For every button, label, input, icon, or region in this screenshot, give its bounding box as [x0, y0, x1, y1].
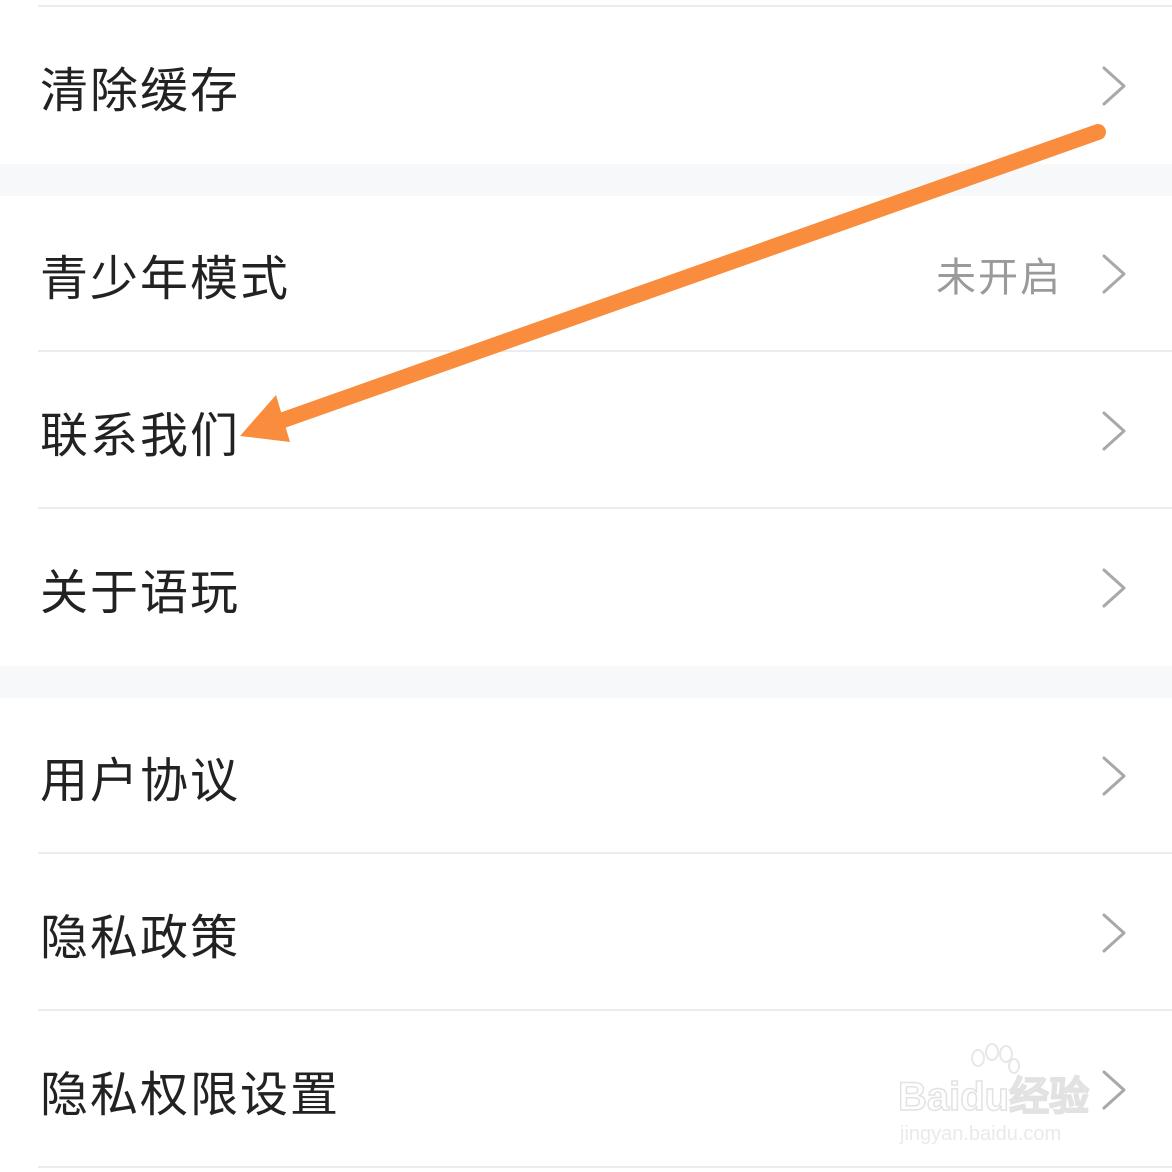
row-label: 隐私政策 [40, 909, 241, 966]
row-about[interactable]: 关于语玩 [0, 509, 1172, 666]
top-divider [38, 5, 1172, 7]
row-label: 联系我们 [40, 407, 241, 464]
chevron-right-icon [1102, 913, 1126, 952]
chevron-right-icon [1102, 756, 1126, 796]
row-divider [38, 1166, 1172, 1168]
chevron-right-icon [1102, 568, 1126, 607]
row-teen-mode[interactable]: 青少年模式 未开启 [0, 196, 1172, 352]
settings-screen: 清除缓存 青少年模式 未开启 联系我们 关于语玩 用户协议 隐私政策 隐私权限设… [0, 0, 1172, 1172]
chevron-right-icon [1102, 1070, 1126, 1109]
row-privacy-permissions[interactable]: 隐私权限设置 [0, 1011, 1172, 1168]
row-label: 用户协议 [40, 753, 241, 809]
row-label: 关于语玩 [40, 564, 241, 621]
row-label: 清除缓存 [40, 63, 241, 119]
row-user-agreement[interactable]: 用户协议 [0, 698, 1172, 854]
chevron-right-icon [1102, 66, 1126, 106]
chevron-right-icon [1102, 411, 1126, 450]
chevron-right-icon [1102, 254, 1126, 294]
row-label: 青少年模式 [40, 251, 291, 307]
group-separator [0, 666, 1172, 698]
teen-mode-status: 未开启 [936, 255, 1062, 301]
row-privacy-policy[interactable]: 隐私政策 [0, 854, 1172, 1011]
row-clear-cache[interactable]: 清除缓存 [0, 8, 1172, 164]
group-separator [0, 164, 1172, 196]
row-contact-us[interactable]: 联系我们 [0, 352, 1172, 509]
row-label: 隐私权限设置 [40, 1066, 341, 1123]
